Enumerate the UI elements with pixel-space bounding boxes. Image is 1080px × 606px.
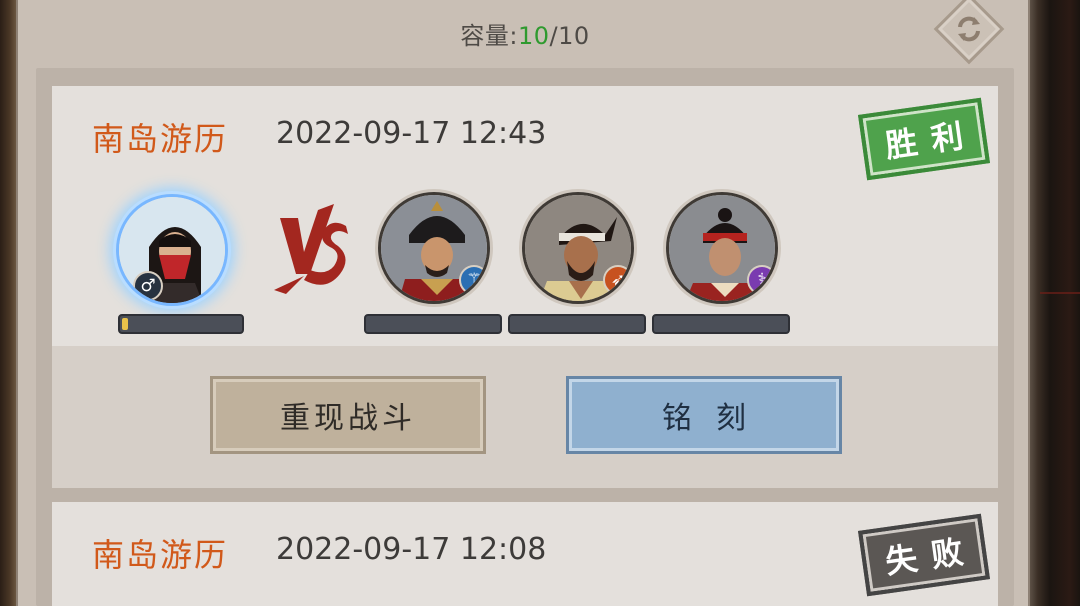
player-hp-bar: [118, 314, 244, 334]
refresh-button[interactable]: [933, 0, 1005, 65]
replay-battle-button[interactable]: 重现战斗: [210, 376, 486, 454]
result-text: 胜利: [882, 114, 980, 166]
battle-record-card: 南岛游历 2022-09-17 12:08 失败: [52, 502, 998, 606]
card-action-area: 重现战斗 铭刻: [52, 346, 998, 488]
refresh-arrows-icon: [958, 16, 980, 42]
enemy-hp-bar-1: [364, 314, 502, 334]
player-hp-fill: [122, 318, 128, 330]
replay-battle-label: 重现战斗: [280, 401, 416, 436]
enemy-hp-bar-2: [508, 314, 646, 334]
capacity-separator: /: [549, 22, 559, 50]
enemy-avatar-2[interactable]: ➶: [522, 192, 634, 304]
result-text: 失败: [882, 530, 980, 582]
vs-emblem: [274, 204, 348, 294]
player-avatar[interactable]: ♂: [116, 194, 228, 306]
gender-symbol: ♂: [140, 276, 156, 296]
frame-right-edge: [1030, 0, 1080, 606]
engrave-label: 铭刻: [662, 401, 770, 436]
battle-time: 2022-09-17 12:43: [276, 116, 547, 151]
battle-time: 2022-09-17 12:08: [276, 532, 547, 567]
result-stamp-victory: 胜利: [858, 97, 990, 181]
bow-icon: ➶: [603, 265, 631, 295]
enemy-avatar-1[interactable]: ⚚: [378, 192, 490, 304]
capacity-current: 10: [517, 22, 550, 50]
staff-icon: ⚕: [747, 265, 775, 295]
result-stamp-defeat: 失败: [858, 513, 990, 597]
capacity-label: 容量:: [460, 22, 518, 50]
battle-record-list[interactable]: 南岛游历 2022-09-17 12:43 胜利 ♂ ⚚ ➶ ⚕ 重现战斗 铭刻…: [36, 68, 1014, 606]
enemy-avatar-3[interactable]: ⚕: [666, 192, 778, 304]
engrave-button[interactable]: 铭刻: [566, 376, 842, 454]
capacity-indicator: 容量:10/10: [18, 16, 1032, 51]
gender-badge: ♂: [133, 271, 163, 301]
enemy-hp-bar-3: [652, 314, 790, 334]
battle-record-card: 南岛游历 2022-09-17 12:43 胜利 ♂ ⚚ ➶ ⚕ 重现战斗 铭刻: [52, 86, 998, 488]
trident-icon: ⚚: [459, 265, 487, 295]
battle-record-panel: 容量:10/10 南岛游历 2022-09-17 12:43 胜利 ♂ ⚚ ➶ …: [16, 0, 1030, 606]
battle-title: 南岛游历: [92, 120, 229, 158]
frame-left-edge: [0, 0, 16, 606]
capacity-max: 10: [558, 22, 590, 50]
battle-title: 南岛游历: [92, 536, 229, 574]
